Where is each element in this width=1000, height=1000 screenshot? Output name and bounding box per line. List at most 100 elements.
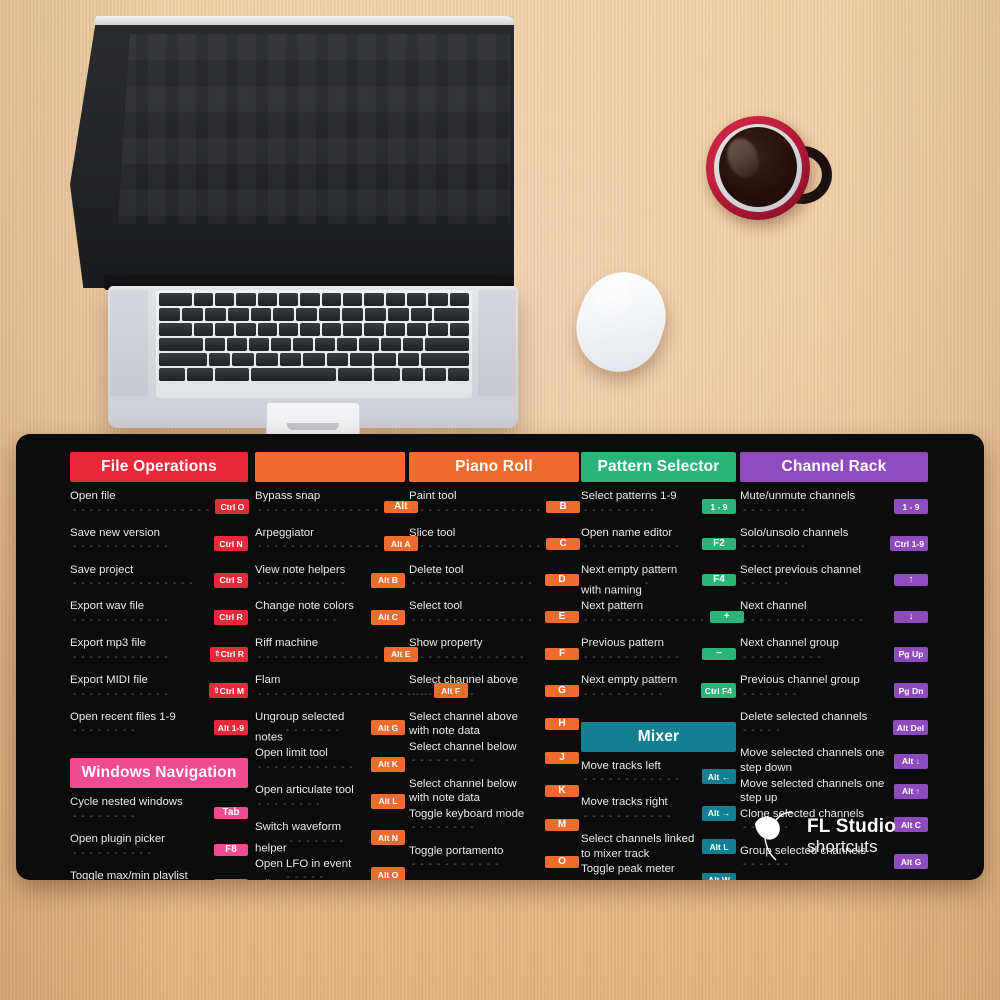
shortcut-label: Toggle peak meter ‑ ‑ ‑ ‑ ‑ ‑ ‑ ‑ ‑ ‑ ‑ xyxy=(581,863,675,880)
shortcut-row: Open articulate tool ‑ ‑ ‑ ‑ ‑ ‑ ‑ ‑ Alt… xyxy=(255,783,405,819)
shortcut-row: Select channel above with note data H xyxy=(409,710,579,739)
shortcut-label: Move selected channels one step down xyxy=(740,747,885,775)
shortcut-row: Switch waveform helper ‑ ‑ ‑ ‑ ‑ ‑ ‑ Alt… xyxy=(255,820,405,856)
rows-mixer: Move tracks left ‑ ‑ ‑ ‑ ‑ ‑ ‑ ‑ ‑ ‑ ‑ ‑… xyxy=(581,759,736,880)
shortcut-key: − xyxy=(702,648,736,661)
shortcut-key: Alt ↓ xyxy=(894,753,928,769)
shortcut-row: Toggle keyboard mode ‑ ‑ ‑ ‑ ‑ ‑ ‑ ‑ M xyxy=(409,807,579,843)
shortcut-row: Toggle portamento ‑ ‑ ‑ ‑ ‑ ‑ ‑ ‑ ‑ ‑ ‑ … xyxy=(409,844,579,880)
shortcut-row: Next empty pattern ‑ ‑ ‑ ‑ ‑ ‑ ‑ ‑ ‑ ‑ C… xyxy=(581,673,736,709)
shortcut-key: Pg Dn xyxy=(894,683,928,699)
laptop-base xyxy=(108,286,518,470)
shortcut-row: Open recent files 1-9 ‑ ‑ ‑ ‑ ‑ ‑ ‑ ‑ Al… xyxy=(70,710,248,746)
shortcut-row: Solo/unsolo channels ‑ ‑ ‑ ‑ ‑ ‑ ‑ ‑ Ctr… xyxy=(740,526,928,562)
shortcut-label: Next empty pattern with naming ‑ xyxy=(581,563,678,597)
shortcut-row: Ungroup selected notes ‑ ‑ ‑ ‑ ‑ ‑ ‑ Alt… xyxy=(255,710,405,746)
shortcut-label: Move tracks left ‑ ‑ ‑ ‑ ‑ ‑ ‑ ‑ ‑ ‑ ‑ ‑ xyxy=(581,759,680,786)
shortcut-label: Toggle max/min playlist ‑ ‑ ‑ ‑ ‑ ‑ xyxy=(70,870,188,880)
shortcut-label: Move selected channels one step up xyxy=(740,777,885,805)
shortcut-label: Open LFO in event editor ‑ ‑ ‑ ‑ ‑ xyxy=(255,857,352,880)
shortcut-key: Tab xyxy=(214,807,248,820)
shortcut-row: Flam ‑ ‑ ‑ ‑ ‑ ‑ ‑ ‑ ‑ ‑ ‑ ‑ ‑ ‑ ‑ ‑ ‑ ‑… xyxy=(255,673,468,709)
shortcut-row: Select channel below ‑ ‑ ‑ ‑ ‑ ‑ ‑ ‑ J xyxy=(409,740,579,776)
shortcut-row: Cycle nested windows ‑ ‑ ‑ ‑ ‑ ‑ ‑ ‑ Tab xyxy=(70,795,248,831)
shortcut-label: Next pattern ‑ ‑ ‑ ‑ ‑ ‑ ‑ ‑ ‑ ‑ ‑ ‑ ‑ ‑… xyxy=(581,600,705,626)
shortcut-row: Previous pattern ‑ ‑ ‑ ‑ ‑ ‑ ‑ ‑ ‑ ‑ ‑ ‑… xyxy=(581,636,736,672)
column-pattern-mixer: Pattern Selector Select patterns 1-9 ‑ ‑… xyxy=(581,452,744,880)
shortcut-key: ⇧Ctrl M xyxy=(209,683,248,699)
shortcut-label: Switch waveform helper ‑ ‑ ‑ ‑ ‑ ‑ ‑ xyxy=(255,821,344,855)
section-header-piano-roll: Piano Roll xyxy=(409,452,579,482)
shortcut-label: Open file ‑ ‑ ‑ ‑ ‑ ‑ ‑ ‑ ‑ ‑ ‑ ‑ ‑ ‑ ‑ … xyxy=(70,490,211,516)
shortcut-label: Paint tool ‑ ‑ ‑ ‑ ‑ ‑ ‑ ‑ ‑ ‑ ‑ ‑ ‑ ‑ ‑… xyxy=(409,490,542,516)
palm-rest-right xyxy=(478,290,516,396)
palm-rest-left xyxy=(110,290,148,396)
shortcut-label: Delete selected channels ‑ ‑ ‑ ‑ ‑ xyxy=(740,710,868,737)
shortcut-key: ⇧Ctrl R xyxy=(210,646,248,662)
section-header-mixer: Mixer xyxy=(581,721,736,752)
shortcut-key: F8 xyxy=(214,844,248,857)
shortcut-label: Open recent files 1-9 ‑ ‑ ‑ ‑ ‑ ‑ ‑ ‑ xyxy=(70,710,176,737)
section-header-pattern-selector: Pattern Selector xyxy=(581,452,736,482)
shortcut-label: Ungroup selected notes ‑ ‑ ‑ ‑ ‑ ‑ ‑ xyxy=(255,710,345,744)
shortcut-key: Alt ↑ xyxy=(894,783,928,799)
laptop-screen-lid xyxy=(70,16,514,288)
shortcut-row: Riff machine ‑ ‑ ‑ ‑ ‑ ‑ ‑ ‑ ‑ ‑ ‑ ‑ ‑ ‑… xyxy=(255,636,418,672)
shortcut-row: Slice tool ‑ ‑ ‑ ‑ ‑ ‑ ‑ ‑ ‑ ‑ ‑ ‑ ‑ ‑ ‑… xyxy=(409,526,581,562)
section-header-channel-rack: Channel Rack xyxy=(740,452,928,482)
shortcut-key: Alt K xyxy=(371,756,405,772)
shortcut-label: Save new version ‑ ‑ ‑ ‑ ‑ ‑ ‑ ‑ ‑ ‑ ‑ ‑ xyxy=(70,526,169,553)
shortcut-label: Select channel above with note data xyxy=(409,710,518,738)
shortcut-row: Move selected channels one step up Alt ↑ xyxy=(740,777,928,806)
desk-mat-shortcuts: File Operations Open file ‑ ‑ ‑ ‑ ‑ ‑ ‑ … xyxy=(16,434,984,880)
shortcut-row: Save project ‑ ‑ ‑ ‑ ‑ ‑ ‑ ‑ ‑ ‑ ‑ ‑ ‑ ‑… xyxy=(70,563,248,599)
shortcut-key: Alt Del xyxy=(892,720,928,736)
shortcut-label: Save project ‑ ‑ ‑ ‑ ‑ ‑ ‑ ‑ ‑ ‑ ‑ ‑ ‑ ‑… xyxy=(70,563,194,590)
shortcut-label: Open articulate tool ‑ ‑ ‑ ‑ ‑ ‑ ‑ ‑ xyxy=(255,784,354,810)
shortcut-key: Alt C xyxy=(371,609,405,625)
shortcut-key: Ctrl 1-9 xyxy=(890,536,928,552)
section-header-windows-navigation: Windows Navigation xyxy=(70,758,248,789)
shortcut-label: Next channel ‑ ‑ ‑ ‑ ‑ ‑ ‑ ‑ ‑ ‑ ‑ ‑ ‑ ‑… xyxy=(740,600,864,626)
shortcut-key: J xyxy=(545,751,579,764)
shortcut-row: Next channel ‑ ‑ ‑ ‑ ‑ ‑ ‑ ‑ ‑ ‑ ‑ ‑ ‑ ‑… xyxy=(740,599,928,635)
column-file-windows: File Operations Open file ‑ ‑ ‑ ‑ ‑ ‑ ‑ … xyxy=(70,452,250,880)
fl-studio-fruit-icon xyxy=(752,810,798,862)
shortcut-label: Move tracks right ‑ ‑ ‑ ‑ ‑ ‑ ‑ ‑ ‑ ‑ ‑ xyxy=(581,796,672,823)
shortcut-key: Alt B xyxy=(371,572,405,588)
shortcut-label: Previous channel group ‑ ‑ ‑ ‑ ‑ ‑ ‑ xyxy=(740,673,860,700)
shortcut-row: Save new version ‑ ‑ ‑ ‑ ‑ ‑ ‑ ‑ ‑ ‑ ‑ ‑… xyxy=(70,526,248,562)
shortcut-row: Paint tool ‑ ‑ ‑ ‑ ‑ ‑ ‑ ‑ ‑ ‑ ‑ ‑ ‑ ‑ ‑… xyxy=(409,489,581,525)
shortcut-key: F2 xyxy=(702,537,736,550)
shortcut-row: Previous channel group ‑ ‑ ‑ ‑ ‑ ‑ ‑ Pg … xyxy=(740,673,928,709)
fl-studio-logo: FL Studio shortcuts xyxy=(752,806,932,866)
shortcut-label: Toggle keyboard mode ‑ ‑ ‑ ‑ ‑ ‑ ‑ ‑ xyxy=(409,807,525,834)
shortcut-key: Ctrl O xyxy=(215,499,250,515)
shortcut-row: Arpeggiator ‑ ‑ ‑ ‑ ‑ ‑ ‑ ‑ ‑ ‑ ‑ ‑ ‑ ‑ … xyxy=(255,526,418,562)
rows-piano-roll-2: Paint tool ‑ ‑ ‑ ‑ ‑ ‑ ‑ ‑ ‑ ‑ ‑ ‑ ‑ ‑ ‑… xyxy=(409,489,581,880)
column-piano-roll-2: Piano Roll Paint tool ‑ ‑ ‑ ‑ ‑ ‑ ‑ ‑ ‑ … xyxy=(409,452,581,880)
shortcut-key: ↓ xyxy=(894,611,928,624)
shortcut-label: Select tool ‑ ‑ ‑ ‑ ‑ ‑ ‑ ‑ ‑ ‑ ‑ ‑ ‑ ‑ … xyxy=(409,600,533,626)
shortcut-row: Select channel above ‑ ‑ ‑ ‑ ‑ ‑ ‑ ‑ G xyxy=(409,673,579,709)
rows-windows-navigation: Cycle nested windows ‑ ‑ ‑ ‑ ‑ ‑ ‑ ‑ Tab… xyxy=(70,795,248,880)
shortcut-key: M xyxy=(545,818,579,831)
shortcut-label: Open plugin picker ‑ ‑ ‑ ‑ ‑ ‑ ‑ ‑ ‑ ‑ xyxy=(70,833,165,859)
shortcut-label: Show property ‑ ‑ ‑ ‑ ‑ ‑ ‑ ‑ ‑ ‑ ‑ ‑ ‑ … xyxy=(409,637,525,663)
shortcut-label: Arpeggiator ‑ ‑ ‑ ‑ ‑ ‑ ‑ ‑ ‑ ‑ ‑ ‑ ‑ ‑ … xyxy=(255,526,379,553)
shortcut-label: Bypass snap ‑ ‑ ‑ ‑ ‑ ‑ ‑ ‑ ‑ ‑ ‑ ‑ ‑ ‑ … xyxy=(255,490,379,516)
desk-scene: File Operations Open file ‑ ‑ ‑ ‑ ‑ ‑ ‑ … xyxy=(0,0,1000,1000)
shortcut-key: Ctrl N xyxy=(214,536,248,552)
shortcut-row: Export MIDI file ‑ ‑ ‑ ‑ ‑ ‑ ‑ ‑ ‑ ‑ ‑ ‑… xyxy=(70,673,248,709)
shortcut-row: Select channels linked to mixer track Al… xyxy=(581,832,736,861)
logo-subtitle: shortcuts xyxy=(807,837,878,856)
shortcut-label: Change note colors ‑ ‑ ‑ ‑ ‑ ‑ ‑ ‑ ‑ ‑ xyxy=(255,600,354,626)
laptop xyxy=(62,16,518,470)
shortcut-key: Ctrl F4 xyxy=(700,683,736,699)
shortcut-key: Ctrl R xyxy=(214,609,248,625)
shortcut-row: Open file ‑ ‑ ‑ ‑ ‑ ‑ ‑ ‑ ‑ ‑ ‑ ‑ ‑ ‑ ‑ … xyxy=(70,489,250,525)
logo-title: FL Studio xyxy=(807,816,897,837)
shortcut-key: Alt L xyxy=(702,839,736,855)
shortcut-label: Toggle portamento ‑ ‑ ‑ ‑ ‑ ‑ ‑ ‑ ‑ ‑ ‑ xyxy=(409,844,504,871)
shortcut-label: Delete tool ‑ ‑ ‑ ‑ ‑ ‑ ‑ ‑ ‑ ‑ ‑ ‑ ‑ ‑ … xyxy=(409,563,533,590)
